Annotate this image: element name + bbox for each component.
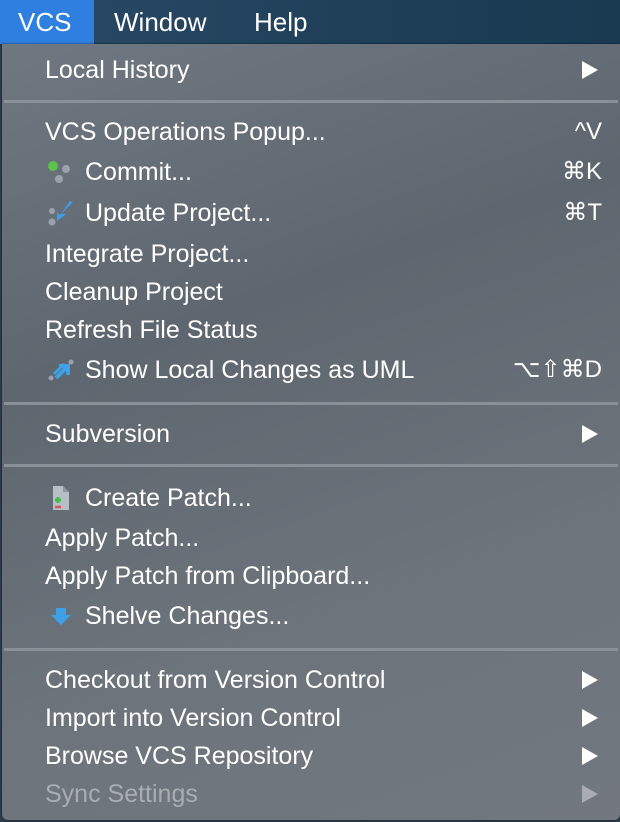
menu-item-commit[interactable]: Commit... ⌘K [2, 154, 620, 190]
menu-item-label: Cleanup Project [45, 278, 223, 306]
menu-item-vcs-operations-popup[interactable]: VCS Operations Popup... ^V [2, 114, 620, 150]
menu-item-label: Integrate Project... [45, 240, 250, 268]
menu-item-label: VCS Operations Popup... [45, 118, 326, 146]
menu-item-apply-patch-clipboard[interactable]: Apply Patch from Clipboard... [2, 558, 620, 594]
menu-item-subversion[interactable]: Subversion [2, 416, 620, 452]
menu-item-update-project[interactable]: Update Project... ⌘T [2, 195, 620, 231]
menubar-vcs[interactable]: VCS [0, 0, 94, 44]
menu-item-label: Show Local Changes as UML [85, 356, 415, 384]
menu-item-refresh-file-status[interactable]: Refresh File Status [2, 312, 620, 348]
menu-item-label: Import into Version Control [45, 704, 341, 732]
menu-item-import[interactable]: Import into Version Control [2, 700, 620, 736]
update-project-icon [48, 201, 73, 226]
submenu-arrow-icon [582, 747, 598, 765]
vcs-menu: Local History VCS Operations Popup... ^V… [2, 44, 620, 820]
menu-item-integrate-project[interactable]: Integrate Project... [2, 236, 620, 272]
uml-icon [48, 359, 74, 381]
menu-item-label: Apply Patch from Clipboard... [45, 562, 371, 590]
menu-item-apply-patch[interactable]: Apply Patch... [2, 520, 620, 556]
menu-bar: VCS Window Help [0, 0, 620, 44]
menu-item-label: Local History [45, 56, 190, 84]
menu-item-shortcut: ^V [574, 118, 602, 145]
menu-separator [4, 402, 618, 405]
submenu-arrow-icon [582, 785, 598, 803]
menu-separator [4, 464, 618, 467]
menu-item-label: Create Patch... [85, 484, 252, 512]
menu-item-label: Refresh File Status [45, 316, 258, 344]
menu-item-local-history[interactable]: Local History [2, 52, 620, 88]
menu-item-show-local-changes-uml[interactable]: Show Local Changes as UML ⌥⇧⌘D [2, 352, 620, 388]
menu-item-label: Subversion [45, 420, 171, 448]
menu-item-shortcut: ⌘K [561, 158, 602, 185]
menubar-help[interactable]: Help [236, 0, 325, 44]
menu-item-create-patch[interactable]: Create Patch... [2, 480, 620, 516]
commit-icon [48, 161, 70, 183]
menu-item-checkout[interactable]: Checkout from Version Control [2, 662, 620, 698]
create-patch-icon [53, 486, 69, 510]
menu-separator [4, 100, 618, 103]
menu-item-label: Sync Settings [45, 780, 198, 808]
menu-item-label: Browse VCS Repository [45, 742, 314, 770]
menu-item-browse-repository[interactable]: Browse VCS Repository [2, 738, 620, 774]
menu-item-label: Update Project... [85, 199, 272, 227]
menu-item-shelve-changes[interactable]: Shelve Changes... [2, 598, 620, 634]
menu-item-sync-settings: Sync Settings [2, 776, 620, 812]
menu-item-label: Checkout from Version Control [45, 666, 386, 694]
menu-item-shortcut: ⌥⇧⌘D [512, 356, 602, 383]
menu-separator [4, 648, 618, 651]
submenu-arrow-icon [582, 425, 598, 443]
menu-item-shortcut: ⌘T [563, 199, 602, 226]
menu-item-label: Apply Patch... [45, 524, 200, 552]
menubar-window[interactable]: Window [96, 0, 224, 44]
submenu-arrow-icon [582, 671, 598, 689]
shelve-icon [51, 608, 71, 625]
submenu-arrow-icon [582, 61, 598, 79]
menu-item-cleanup-project[interactable]: Cleanup Project [2, 274, 620, 310]
submenu-arrow-icon [582, 709, 598, 727]
menu-item-label: Commit... [85, 158, 192, 186]
menu-item-label: Shelve Changes... [85, 602, 290, 630]
